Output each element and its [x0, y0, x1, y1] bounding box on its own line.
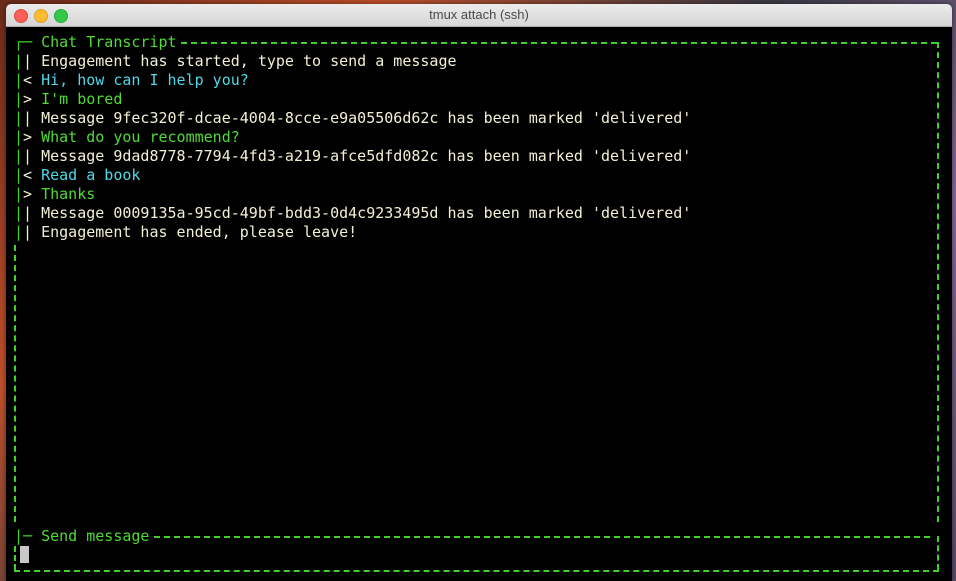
input-header: |─ Send message	[14, 527, 149, 546]
line-prefix: <	[23, 71, 42, 89]
line-text: What do you recommend?	[41, 128, 240, 146]
border-glyph: |	[14, 166, 24, 184]
border-glyph: |	[14, 71, 24, 89]
input-title: Send message	[41, 527, 150, 545]
window-title: tmux attach (ssh)	[429, 7, 529, 22]
line-text: Message 9fec320f-dcae-4004-8cce-e9a05506…	[41, 109, 692, 127]
input-right-border	[937, 536, 939, 570]
input-top-border	[154, 536, 930, 538]
border-glyph: |	[14, 128, 24, 146]
transcript-line: |> What do you recommend?	[14, 128, 240, 147]
line-prefix: |	[23, 109, 42, 127]
transcript-right-border	[937, 42, 939, 522]
border-glyph: |	[14, 52, 24, 70]
transcript-line: || Engagement has started, type to send …	[14, 52, 457, 71]
input-left-border	[14, 546, 16, 570]
border-glyph: |	[14, 223, 24, 241]
line-prefix: >	[23, 185, 42, 203]
close-button[interactable]	[14, 9, 28, 23]
line-text: Read a book	[41, 166, 141, 184]
line-text: Message 0009135a-95cd-49bf-bdd3-0d4c9233…	[41, 204, 692, 222]
terminal-window: tmux attach (ssh) ┌─ Chat Transcript || …	[6, 4, 952, 581]
line-prefix: |	[23, 52, 42, 70]
transcript-top-border	[181, 42, 937, 44]
line-text: Engagement has ended, please leave!	[41, 223, 358, 241]
border-glyph: |	[14, 90, 24, 108]
transcript-line: |> I'm bored	[14, 90, 122, 109]
line-prefix: <	[23, 166, 42, 184]
line-text: I'm bored	[41, 90, 123, 108]
title-bar[interactable]: tmux attach (ssh)	[6, 4, 952, 27]
border-glyph: |	[14, 185, 24, 203]
line-prefix: |	[23, 147, 42, 165]
input-cursor[interactable]	[20, 546, 29, 563]
line-text: Hi, how can I help you?	[41, 71, 249, 89]
transcript-line: || Message 9fec320f-dcae-4004-8cce-e9a05…	[14, 109, 691, 128]
transcript-line: |< Hi, how can I help you?	[14, 71, 249, 90]
maximize-button[interactable]	[54, 9, 68, 23]
border-glyph: |	[14, 147, 24, 165]
line-text: Thanks	[41, 185, 96, 203]
transcript-line: || Engagement has ended, please leave!	[14, 223, 357, 242]
input-bottom-border	[14, 570, 939, 572]
line-prefix: |	[23, 223, 42, 241]
transcript-line: || Message 9dad8778-7794-4fd3-a219-afce5…	[14, 147, 691, 166]
transcript-line: || Message 0009135a-95cd-49bf-bdd3-0d4c9…	[14, 204, 691, 223]
transcript-header: ┌─ Chat Transcript	[14, 33, 177, 52]
terminal-content[interactable]: ┌─ Chat Transcript || Engagement has sta…	[6, 27, 952, 581]
line-prefix: >	[23, 90, 42, 108]
line-prefix: >	[23, 128, 42, 146]
transcript-line: |< Read a book	[14, 166, 140, 185]
line-text: Engagement has started, type to send a m…	[41, 52, 457, 70]
minimize-button[interactable]	[34, 9, 48, 23]
border-glyph: |	[14, 109, 24, 127]
corner-glyph: |─	[14, 527, 42, 545]
line-text: Message 9dad8778-7794-4fd3-a219-afce5dfd…	[41, 147, 692, 165]
transcript-title: Chat Transcript	[41, 33, 177, 51]
transcript-line: |> Thanks	[14, 185, 95, 204]
transcript-left-border	[14, 245, 16, 522]
corner-glyph: ┌─	[14, 33, 42, 51]
line-prefix: |	[23, 204, 42, 222]
border-glyph: |	[14, 204, 24, 222]
